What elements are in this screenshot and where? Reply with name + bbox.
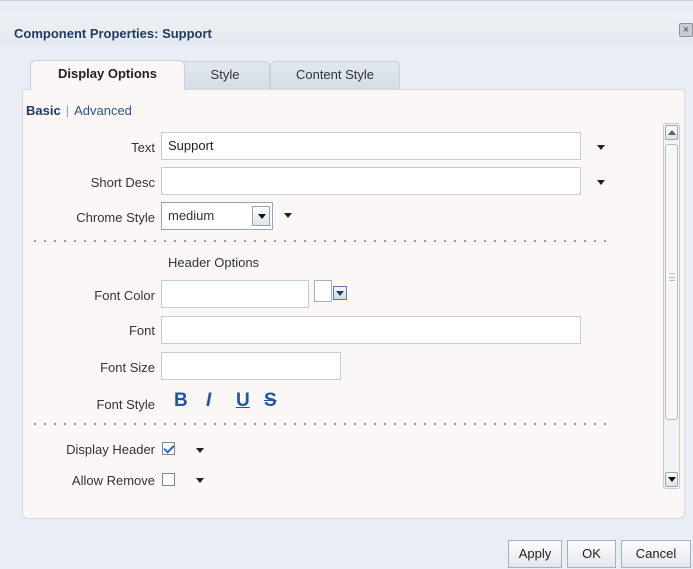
allow-remove-checkbox[interactable] xyxy=(162,473,175,486)
color-picker-icon[interactable] xyxy=(333,286,347,300)
allow-remove-dropdown-icon[interactable] xyxy=(196,478,204,483)
subnav-separator: | xyxy=(65,103,70,118)
tab-style[interactable]: Style xyxy=(180,61,270,89)
header-options-title: Header Options xyxy=(168,255,260,270)
grip-icon xyxy=(669,273,675,281)
font-color-input[interactable] xyxy=(161,280,309,308)
tab-label: Content Style xyxy=(295,67,375,82)
display-header-checkbox[interactable] xyxy=(162,442,175,455)
font-size-label: Font Size xyxy=(100,360,155,375)
subnav-advanced[interactable]: Advanced xyxy=(74,103,132,118)
bold-icon[interactable]: B xyxy=(174,391,188,411)
chrome-style-select[interactable]: medium xyxy=(161,202,273,230)
italic-icon[interactable]: I xyxy=(206,391,211,411)
short-desc-input[interactable] xyxy=(161,167,581,195)
scroll-down-icon[interactable] xyxy=(665,472,678,487)
subnav-basic[interactable]: Basic xyxy=(26,103,61,118)
color-swatch[interactable] xyxy=(314,280,332,302)
tab-label: Style xyxy=(210,67,240,82)
font-label: Font xyxy=(128,323,155,338)
text-input[interactable]: Support xyxy=(161,132,581,160)
scroll-thumb[interactable] xyxy=(665,144,678,420)
ok-button[interactable]: OK xyxy=(567,540,616,568)
text-dropdown-icon[interactable] xyxy=(597,145,605,150)
chrome-style-label: Chrome Style xyxy=(76,210,155,225)
tab-display-options[interactable]: Display Options xyxy=(30,60,185,90)
scroll-up-icon[interactable] xyxy=(665,125,678,140)
font-input[interactable] xyxy=(161,316,581,344)
underline-icon[interactable]: U xyxy=(236,391,250,411)
chevron-down-icon[interactable] xyxy=(252,206,270,226)
display-header-dropdown-icon[interactable] xyxy=(196,448,204,453)
component-properties-dialog: Component Properties: Support × Content … xyxy=(0,0,693,569)
chrome-style-value: medium xyxy=(168,208,215,223)
allow-remove-label: Allow Remove xyxy=(71,473,155,488)
subnav: Basic | Advanced xyxy=(26,103,132,118)
dialog-titlebar: Component Properties: Support × xyxy=(0,13,693,45)
apply-button[interactable]: Apply xyxy=(508,540,562,568)
chrome-style-dropdown-icon[interactable] xyxy=(284,213,292,218)
strikethrough-icon[interactable]: S xyxy=(264,391,277,411)
close-icon[interactable]: × xyxy=(679,23,693,37)
tab-label: Display Options xyxy=(58,66,157,81)
vertical-scrollbar[interactable] xyxy=(663,123,680,489)
short-desc-label: Short Desc xyxy=(90,175,155,190)
divider xyxy=(30,240,610,242)
dialog-title: Component Properties: Support xyxy=(14,26,212,41)
font-color-label: Font Color xyxy=(94,288,155,303)
cancel-button[interactable]: Cancel xyxy=(621,540,691,568)
font-size-input[interactable] xyxy=(161,352,341,380)
divider xyxy=(30,423,610,425)
font-style-label: Font Style xyxy=(96,397,155,412)
text-label: Text xyxy=(131,140,155,155)
display-header-label: Display Header xyxy=(66,442,155,457)
tab-content-style[interactable]: Content Style xyxy=(270,61,400,89)
short-desc-dropdown-icon[interactable] xyxy=(597,180,605,185)
